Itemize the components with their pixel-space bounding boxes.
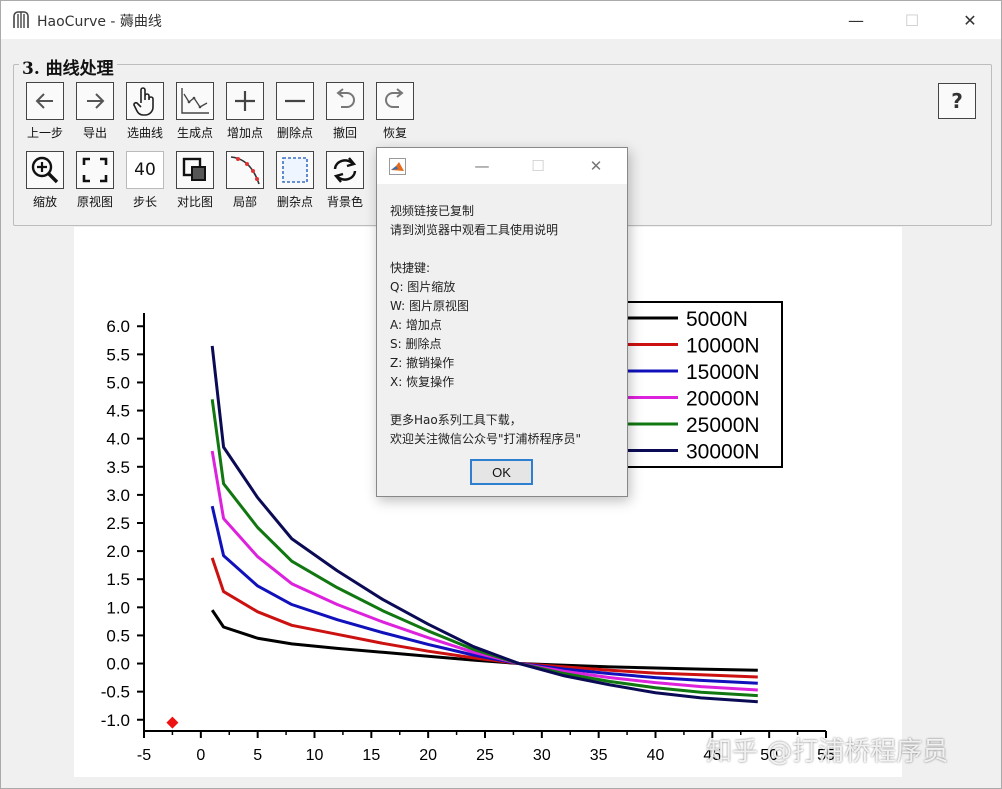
background-color-button[interactable]: 背景色 [322, 151, 368, 217]
zoom-in-icon [26, 151, 64, 189]
compare-icon [176, 151, 214, 189]
group-title: 3. 曲线处理 [19, 54, 117, 79]
y-tick-label: 0.0 [106, 655, 130, 674]
maximize-button[interactable]: ☐ [889, 1, 935, 39]
minimize-button[interactable]: — [833, 1, 879, 39]
select-box-icon [276, 151, 314, 189]
close-button[interactable]: ✕ [947, 1, 993, 39]
dialog-minimize-button[interactable]: — [459, 148, 505, 184]
original-view-button[interactable]: 原视图 [72, 151, 118, 217]
select-curve-button[interactable]: 选曲线 [122, 82, 168, 148]
series-line-15000N [210, 505, 758, 685]
dialog-maximize-button[interactable]: ☐ [515, 148, 561, 184]
y-tick-label: 6.0 [106, 317, 130, 336]
export-button[interactable]: 导出 [72, 82, 118, 148]
arrow-left-icon [26, 82, 64, 120]
plus-icon [226, 82, 264, 120]
ok-button[interactable]: OK [470, 459, 533, 485]
swap-icon [326, 151, 364, 189]
hand-pointer-icon [126, 82, 164, 120]
y-tick-label: 4.0 [106, 430, 130, 449]
dialog-close-button[interactable]: ✕ [573, 148, 619, 184]
generate-points-button[interactable]: 生成点 [172, 82, 218, 148]
y-tick-label: -1.0 [101, 711, 130, 730]
redo-label: 恢复 [382, 126, 407, 140]
arrow-right-icon [76, 82, 114, 120]
x-tick-label: 40 [647, 747, 665, 764]
prev-step-button[interactable]: 上一步 [22, 82, 68, 148]
x-tick-label: 10 [306, 747, 324, 764]
red-marker [166, 716, 179, 729]
y-tick-label: 4.5 [106, 402, 130, 421]
add-point-button[interactable]: 增加点 [222, 82, 268, 148]
series-line-10000N [210, 557, 758, 679]
y-tick-label: 1.0 [106, 598, 130, 617]
x-tick-label: 15 [362, 747, 380, 764]
y-tick-label: 2.5 [106, 514, 130, 533]
step-input[interactable]: 40 [126, 151, 164, 189]
legend-label: 30000N [686, 441, 760, 464]
delete-point-button[interactable]: 删除点 [272, 82, 318, 148]
undo-button[interactable]: 撤回 [322, 82, 368, 148]
y-tick-label: 1.5 [106, 570, 130, 589]
y-tick-label: 5.0 [106, 373, 130, 392]
info-dialog: — ☐ ✕ 视频链接已复制 请到浏览器中观看工具使用说明 快捷键: Q: 图片缩… [376, 147, 628, 497]
x-tick-label: 35 [590, 747, 608, 764]
legend-label: 20000N [686, 388, 760, 411]
legend-label: 5000N [686, 308, 748, 331]
x-tick-label: -5 [137, 747, 151, 764]
window-title: HaoCurve - 薅曲线 [37, 14, 162, 30]
legend-label: 15000N [686, 361, 760, 384]
dialog-message: 视频链接已复制 请到浏览器中观看工具使用说明 快捷键: Q: 图片缩放 W: 图… [390, 204, 582, 446]
background-color-label: 背景色 [326, 195, 363, 209]
matlab-logo-icon [389, 158, 406, 175]
zoom-button[interactable]: 缩放 [22, 151, 68, 217]
chart-points-icon [176, 82, 214, 120]
dialog-title-bar: — ☐ ✕ [377, 148, 627, 184]
undo-icon [326, 82, 364, 120]
remove-noise-button[interactable]: 删杂点 [272, 151, 318, 217]
x-tick-label: 30 [533, 747, 551, 764]
x-tick-label: 20 [419, 747, 437, 764]
step-value: 40 [134, 160, 156, 180]
local-curve-icon [226, 151, 264, 189]
fit-view-icon [76, 151, 114, 189]
series-line-5000N [210, 609, 758, 672]
legend-label: 10000N [686, 335, 760, 358]
app-window: HaoCurve - 薅曲线 — ☐ ✕ 3. 曲线处理 上一步 导出 选曲线 … [0, 0, 1002, 789]
y-tick-label: 2.0 [106, 542, 130, 561]
y-tick-label: 3.5 [106, 458, 130, 477]
x-tick-label: 25 [476, 747, 494, 764]
y-tick-label: 0.5 [106, 626, 130, 645]
legend-label: 25000N [686, 414, 760, 437]
x-tick-label: 5 [253, 747, 262, 764]
local-button[interactable]: 局部 [222, 151, 268, 217]
y-tick-label: 3.0 [106, 486, 130, 505]
redo-icon [376, 82, 414, 120]
y-tick-label: -0.5 [101, 683, 130, 702]
redo-button[interactable]: 恢复 [372, 82, 418, 148]
help-button[interactable]: ? [938, 83, 976, 119]
watermark: 知乎 @打浦桥程序员 [706, 737, 949, 767]
x-tick-label: 0 [196, 747, 205, 764]
compare-button[interactable]: 对比图 [172, 151, 218, 217]
title-bar: HaoCurve - 薅曲线 — ☐ ✕ [1, 1, 1001, 39]
step-control[interactable]: 40 步长 [122, 151, 168, 217]
minus-icon [276, 82, 314, 120]
app-logo-icon [13, 11, 29, 28]
y-tick-label: 5.5 [106, 345, 130, 364]
